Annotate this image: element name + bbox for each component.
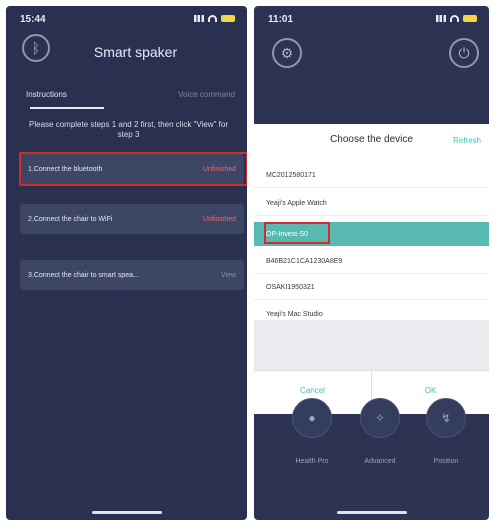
device-picker-sheet: Choose the device Refresh MC2012580171 Y… bbox=[254, 124, 489, 414]
active-tab-indicator bbox=[30, 107, 104, 109]
advanced-icon[interactable]: ✧ bbox=[360, 398, 400, 438]
view-button[interactable]: View bbox=[221, 272, 236, 279]
status-icons bbox=[436, 15, 477, 22]
device-item[interactable]: B46B21C1CA1230A8E9 bbox=[254, 250, 489, 274]
power-icon[interactable]: ⏻ bbox=[449, 38, 479, 68]
signal-icon bbox=[194, 15, 204, 22]
step-label: 2.Connect the chair to WiFi bbox=[28, 215, 113, 223]
status-icons bbox=[194, 15, 235, 22]
tab-bar: Instructions Voice command bbox=[26, 90, 235, 105]
health-pro-icon[interactable]: ● bbox=[292, 398, 332, 438]
right-phone-screen: 11:01 ⚙ ⏻ Choose the device Refresh MC20… bbox=[254, 6, 489, 520]
highlight-box bbox=[264, 222, 330, 244]
page-title: Smart spaker bbox=[93, 44, 178, 60]
battery-icon bbox=[221, 15, 235, 22]
nav-label-advanced: Advanced bbox=[364, 458, 396, 465]
home-indicator bbox=[336, 511, 407, 514]
nav-label-health-pro: Health Pro bbox=[295, 458, 329, 465]
battery-icon bbox=[463, 15, 477, 22]
tab-voice-command[interactable]: Voice command bbox=[178, 90, 235, 105]
wifi-icon bbox=[450, 15, 459, 22]
wifi-icon bbox=[208, 15, 217, 22]
device-item[interactable]: MC2012580171 bbox=[254, 164, 489, 188]
device-item[interactable]: Yeaji's Apple Watch bbox=[254, 192, 489, 216]
status-time: 15:44 bbox=[20, 14, 46, 25]
step-label: 3.Connect the chair to smart spea... bbox=[28, 271, 139, 279]
left-phone-screen: 15:44 ᛒ Smart spaker Instructions Voice … bbox=[6, 6, 247, 520]
tab-instructions[interactable]: Instructions bbox=[26, 90, 67, 105]
step-connect-smart-speaker[interactable]: 3.Connect the chair to smart spea... Vie… bbox=[20, 260, 244, 290]
refresh-button[interactable]: Refresh bbox=[453, 136, 481, 145]
settings-icon[interactable]: ⚙ bbox=[272, 38, 302, 68]
step-status: Unfinished bbox=[202, 215, 236, 223]
highlight-box bbox=[19, 152, 247, 186]
home-indicator bbox=[91, 511, 162, 514]
device-item[interactable]: OSAKI1950321 bbox=[254, 276, 489, 300]
signal-icon bbox=[436, 15, 446, 22]
step-connect-wifi[interactable]: 2.Connect the chair to WiFi Unfinished bbox=[20, 204, 244, 234]
position-icon[interactable]: ↯ bbox=[426, 398, 466, 438]
instruction-note: Please complete steps 1 and 2 first, the… bbox=[29, 120, 228, 139]
nav-label-position: Position bbox=[433, 458, 459, 465]
list-empty-area bbox=[254, 320, 489, 370]
status-time: 11:01 bbox=[268, 14, 294, 25]
